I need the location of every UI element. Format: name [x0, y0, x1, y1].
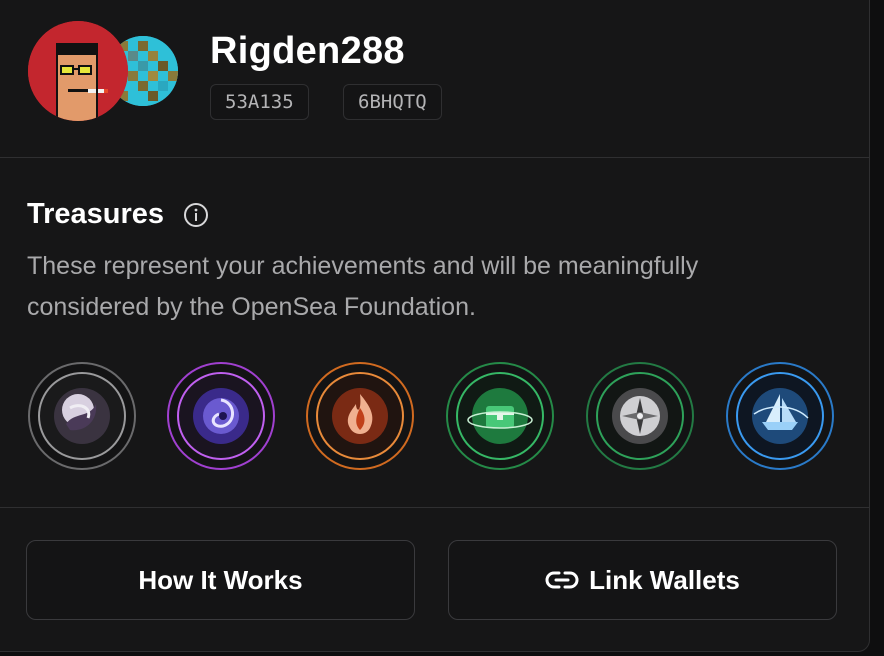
flame-orb-icon[interactable]: [306, 362, 414, 470]
link-wallets-label: Link Wallets: [589, 564, 740, 595]
profile-avatar[interactable]: [28, 21, 128, 121]
how-it-works-button[interactable]: How It Works: [26, 540, 415, 620]
how-it-works-label: How It Works: [138, 564, 303, 595]
treasures-heading: Treasures: [27, 198, 165, 230]
ship-orb-icon[interactable]: [726, 362, 834, 470]
silver-swirl-orb-icon[interactable]: [28, 362, 136, 470]
profile-card: Rigden288 53A135 6BHQTQ Treasures These …: [0, 0, 870, 652]
treasures-description: These represent your achievements and wi…: [27, 252, 699, 321]
compass-orb-icon[interactable]: [586, 362, 694, 470]
address-tag[interactable]: 53A135: [210, 84, 309, 120]
profile-header: Rigden288 53A135 6BHQTQ: [0, 0, 870, 158]
username: Rigden288: [210, 30, 405, 72]
purple-vortex-orb-icon[interactable]: [167, 362, 275, 470]
info-circle-icon[interactable]: [183, 202, 209, 228]
section-divider: [0, 507, 870, 508]
link-icon: [545, 571, 579, 589]
treasure-chest-orb-icon[interactable]: [446, 362, 554, 470]
address-tag[interactable]: 6BHQTQ: [343, 84, 442, 120]
treasure-badges: [0, 360, 870, 476]
link-wallets-button[interactable]: Link Wallets: [448, 540, 837, 620]
